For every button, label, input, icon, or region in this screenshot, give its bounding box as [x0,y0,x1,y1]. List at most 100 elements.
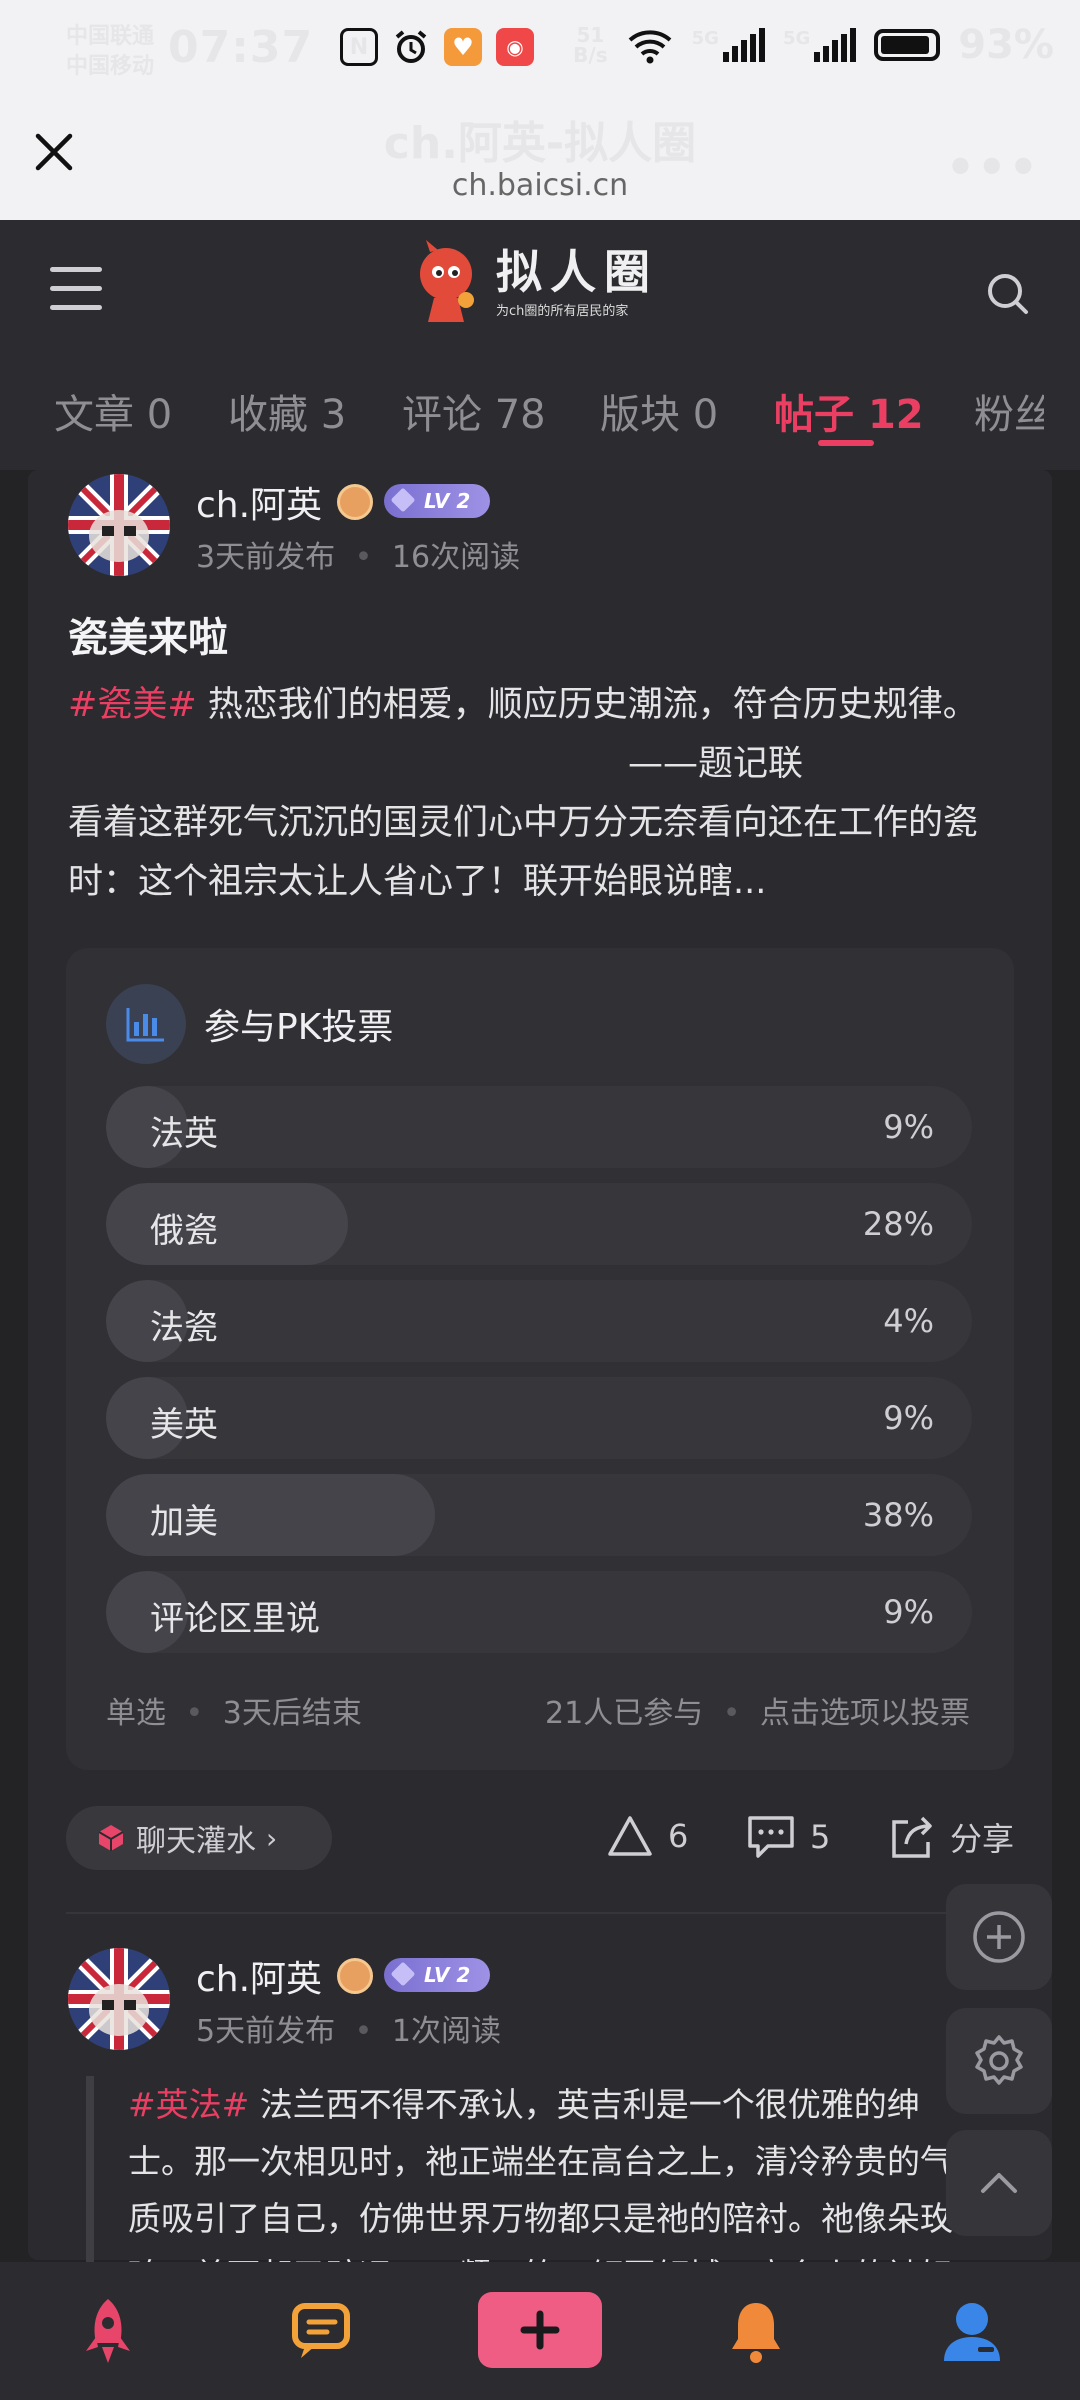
carrier-1: 中国联通 [66,24,155,49]
post-body-text-1: 热恋我们的相爱，顺应历史潮流，符合历史规律。 [196,685,978,725]
poll-option-label: 俄瓷 [150,1211,218,1251]
tab-articles[interactable]: 文章 0 [54,382,172,440]
poll-option[interactable]: 美英 9% [106,1377,972,1459]
browser-url: ch.baicsi.cn [451,168,629,203]
search-icon[interactable] [984,270,1032,318]
poll-option-label: 法瓷 [150,1308,218,1348]
topic-tag-button[interactable]: 聊天灌水 › [66,1806,332,1870]
tab-favorites[interactable]: 收藏 3 [228,382,346,440]
nav-profile[interactable] [932,2292,1012,2372]
post-published-time: 3天前发布 [196,540,336,575]
signal-1-icon [722,28,765,62]
share-label: 分享 [950,1820,1015,1858]
medal-badge-icon [337,1958,373,1994]
poll-end-time: 3天后结束 [222,1696,362,1731]
poll-option-label: 法英 [150,1114,218,1154]
topic-label: 聊天灌水 [136,1824,256,1859]
poll-option[interactable]: 俄瓷 28% [106,1183,972,1265]
mascot-logo-icon [420,240,474,322]
post-body-text-2: 看着这群死气沉沉的国灵们心中万分无奈看向还在工作的瓷时：这个祖宗太让人省心了！联… [68,803,979,902]
poll-participation: 21人已参与 • 点击选项以投票 [545,1696,970,1731]
poll-option-percent: 4% [883,1302,934,1340]
poll-option-percent: 9% [883,1399,934,1437]
active-tab-indicator [818,440,874,446]
post-body[interactable]: #瓷美# 热恋我们的相爱，顺应历史潮流，符合历史规律。 ——题记联看着这群死气沉沉… [68,676,1018,912]
poll-option-percent: 9% [883,1593,934,1631]
tab-followers[interactable]: 粉丝 [974,382,1044,440]
poll-option-percent: 28% [862,1205,934,1243]
post-title[interactable]: 瓷美来啦 [68,605,228,663]
logo-title: 拟人圈 [496,244,658,299]
comment-icon [748,1816,794,1858]
nav-home[interactable] [68,2292,148,2372]
poll-option-bar [106,1183,349,1265]
cube-icon [98,1825,124,1851]
signal-2-label: 5G [782,28,811,49]
share-icon [892,1816,932,1858]
plus-icon [520,2310,560,2350]
poll-option-label: 加美 [150,1502,218,1542]
poll-participants: 21人已参与 [545,1696,704,1731]
comment-button[interactable]: 5 [746,1814,830,1860]
poll-option-percent: 38% [862,1496,934,1534]
net-speed-value: 51 [576,23,605,47]
tab-comments[interactable]: 评论 78 [402,382,546,440]
post-signature: ——题记联 [628,744,804,784]
poll-option[interactable]: 加美 38% [106,1474,972,1556]
post-hashtag[interactable]: #瓷美# [68,685,197,725]
signal-2-icon [814,28,857,62]
poll-option-label: 美英 [150,1405,218,1445]
battery-percent: 93% [958,22,1054,68]
nfc-icon: N [340,28,378,66]
like-button[interactable]: 6 [606,1814,688,1858]
menu-icon[interactable] [50,267,102,311]
poll-mode: 单选 [106,1696,166,1731]
gear-icon [975,2035,1023,2085]
triangle-like-icon [608,1816,652,1856]
clock: 07:37 [168,22,314,73]
carrier-2: 中国移动 [66,54,155,79]
nav-notifications[interactable] [716,2292,796,2372]
avatar[interactable] [68,474,170,576]
chevron-right-icon: › [266,1821,278,1855]
scroll-top-button[interactable] [946,2130,1052,2236]
share-button[interactable]: 分享 [888,1814,1014,1860]
post-read-count: 16次阅读 [391,540,521,575]
settings-button[interactable] [946,2008,1052,2114]
avatar[interactable] [68,1948,170,2050]
nav-messages[interactable] [284,2292,364,2372]
alarm-icon [392,28,430,66]
level-badge: LV 2 [384,1958,490,1992]
post-divider [66,1912,1014,1914]
comment-count: 5 [810,1818,831,1856]
nav-post-button[interactable] [478,2292,602,2368]
more-menu-icon[interactable]: ••• [946,140,1040,194]
post-hashtag[interactable]: #英法# [128,2085,249,2124]
plus-circle-icon [973,1911,1025,1963]
battery-icon [874,29,941,61]
tab-posts[interactable]: 帖子 12 [774,382,924,440]
post-meta: 3天前发布 • 16次阅读 [196,540,521,575]
signal-1-label: 5G [691,28,719,49]
poll-title: 参与PK投票 [204,1007,394,1048]
poll-option-label: 评论区里说 [150,1599,320,1639]
poll-option[interactable]: 评论区里说 9% [106,1571,972,1653]
system-indicators: 51 B/s 5G 5G 93% [573,22,1054,68]
post-author-name[interactable]: ch.阿英 [196,1950,322,2002]
post-author-name[interactable]: ch.阿英 [196,476,322,528]
like-count: 6 [668,1817,689,1855]
create-button[interactable] [946,1884,1052,1990]
notification-icons: N ♥ ◉ [340,28,534,66]
post-meta: 5天前发布 • 1次阅读 [196,2014,501,2049]
post-read-count: 1次阅读 [391,2014,501,2049]
wifi-icon [628,30,671,64]
tab-sections[interactable]: 版块 0 [600,382,718,440]
poll-option[interactable]: 法英 9% [106,1086,972,1168]
profile-tabs: 文章 0 收藏 3 评论 78 版块 0 帖子 12 粉丝 [0,360,1080,470]
level-badge: LV 2 [384,484,490,518]
medal-badge-icon [337,484,373,520]
poll-option[interactable]: 法瓷 4% [106,1280,972,1362]
browser-page-title: ch.阿英-拟人圈 [383,118,697,169]
app-logo[interactable]: 拟人圈 为ch圈的所有居民的家 [408,240,658,324]
quote-bar [86,2076,94,2266]
